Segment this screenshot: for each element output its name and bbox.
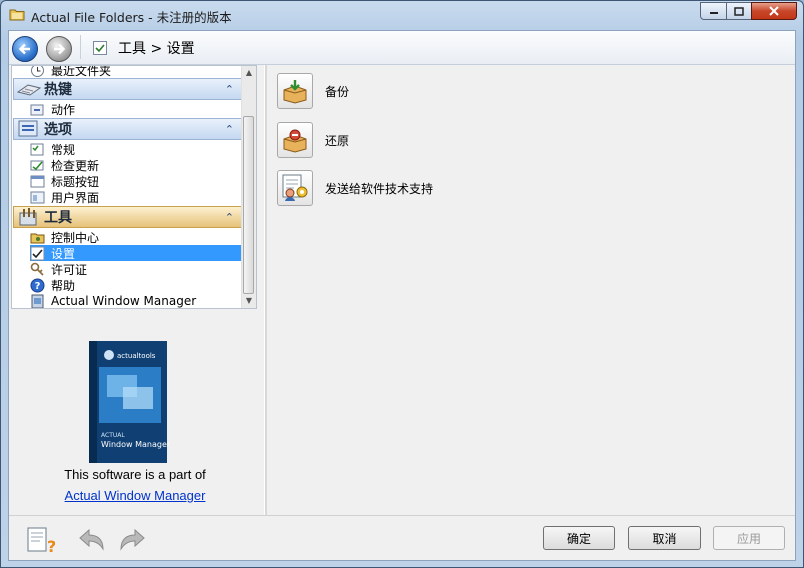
chevron-up-icon: ⌃ <box>224 83 234 96</box>
group-label: 工具 <box>44 210 72 226</box>
box-title-line2: Window Manager <box>101 440 171 449</box>
sidebar-item-title-buttons[interactable]: 标题按钮 <box>30 173 99 189</box>
settings-check-icon <box>93 41 107 55</box>
chevron-up-icon: ⌃ <box>224 123 234 136</box>
toolbar-separator <box>80 35 81 59</box>
sidebar-item-label: 设置 <box>51 246 76 261</box>
restore-icon <box>283 129 307 153</box>
title-buttons-icon <box>30 175 45 187</box>
arrow-right-icon <box>54 43 66 55</box>
sidebar-item-user-interface[interactable]: 用户界面 <box>30 189 99 205</box>
svg-text:?: ? <box>35 281 41 292</box>
sidebar-item-label: 动作 <box>51 102 76 117</box>
control-center-icon <box>30 233 45 243</box>
sidebar-item-label: 最近文件夹 <box>51 65 112 78</box>
app-window: Actual File Folders - 未注册的版本 工具 > 设置 最近文… <box>0 0 804 568</box>
group-header-hotkeys[interactable]: 热键 ⌃ <box>13 78 243 100</box>
scrollbar-thumb[interactable] <box>243 116 254 294</box>
promo-text: This software is a part of <box>64 467 206 482</box>
ok-button[interactable]: 确定 <box>543 526 615 550</box>
sidebar-item-label: 帮助 <box>51 278 76 293</box>
arrow-left-icon <box>18 43 30 55</box>
back-button[interactable] <box>12 36 38 62</box>
sidebar-item-control-center[interactable]: 控制中心 <box>30 229 99 245</box>
sidebar-item-actual-window-manager[interactable]: Actual Window Manager <box>30 293 197 308</box>
sidebar-tree: 最近文件夹 热键 ⌃ 动作 选项 ⌃ 常规 检查更新 标题按钮 用户界面 工具 … <box>11 65 257 309</box>
close-button[interactable] <box>751 2 797 20</box>
tools-icon <box>19 208 37 226</box>
maximize-icon <box>734 6 744 16</box>
sidebar-item-label: Actual Window Manager <box>51 294 197 308</box>
folder-app-icon <box>9 9 25 21</box>
minimize-button[interactable] <box>700 2 727 20</box>
minimize-icon <box>709 12 718 14</box>
client-area: 工具 > 设置 最近文件夹 热键 ⌃ 动作 选项 ⌃ 常规 检查更新 标题按钮 … <box>8 30 796 561</box>
action-label: 还原 <box>325 133 350 148</box>
keyboard-icon <box>16 84 42 96</box>
sidebar-item-label: 许可证 <box>51 262 88 277</box>
sidebar-item-license[interactable]: 许可证 <box>30 261 87 277</box>
sidebar-scrollbar[interactable]: ▲ ▼ <box>241 66 256 308</box>
general-settings-icon <box>30 143 44 155</box>
support-button[interactable] <box>277 170 313 206</box>
product-box-image: actualtools ACTUAL Window Manager <box>89 341 171 463</box>
sidebar-item-label: 控制中心 <box>51 230 100 245</box>
action-label: 备份 <box>325 84 350 99</box>
sidebar-item-general[interactable]: 常规 <box>30 141 75 157</box>
close-icon <box>769 6 779 16</box>
maximize-button[interactable] <box>726 2 752 20</box>
action-label: 发送给软件技术支持 <box>325 181 434 196</box>
backup-button[interactable] <box>277 73 313 109</box>
svg-text:?: ? <box>47 537 55 555</box>
sidebar-item-label: 常规 <box>51 142 76 157</box>
promo-link[interactable]: Actual Window Manager <box>9 488 261 503</box>
promo-panel: actualtools ACTUAL Window Manager This s… <box>9 311 261 511</box>
actions-icon <box>30 104 44 115</box>
group-label: 选项 <box>44 122 72 138</box>
action-restore[interactable]: 还原 <box>277 122 349 158</box>
title-bar[interactable]: Actual File Folders - 未注册的版本 <box>1 1 803 29</box>
group-header-options[interactable]: 选项 ⌃ <box>13 118 243 140</box>
key-icon <box>30 262 44 276</box>
settings-actions-panel: 备份 还原 发送给软件技术支持 <box>267 65 793 515</box>
user-interface-icon <box>30 191 45 203</box>
sidebar-item-help[interactable]: ? 帮助 <box>30 277 75 293</box>
box-title-line1: ACTUAL <box>101 432 125 439</box>
undo-icon[interactable] <box>77 525 107 555</box>
window-title: Actual File Folders - 未注册的版本 <box>31 10 232 25</box>
restore-button[interactable] <box>277 122 313 158</box>
options-icon <box>18 120 38 137</box>
box-brand: actualtools <box>117 352 156 360</box>
window-manager-icon <box>31 294 44 308</box>
footer-bar: ? 确定 取消 应用 <box>9 515 795 561</box>
forward-button[interactable] <box>46 36 72 62</box>
scroll-down-icon[interactable]: ▼ <box>242 294 256 308</box>
settings-check-icon <box>30 246 45 260</box>
redo-icon[interactable] <box>117 525 147 555</box>
group-label: 热键 <box>44 82 72 98</box>
support-icon <box>282 174 308 201</box>
backup-icon <box>283 80 307 104</box>
cancel-button[interactable]: 取消 <box>628 526 701 550</box>
chevron-up-icon: ⌃ <box>224 211 234 224</box>
action-backup[interactable]: 备份 <box>277 73 349 109</box>
action-send-support[interactable]: 发送给软件技术支持 <box>277 170 433 206</box>
group-header-tools[interactable]: 工具 ⌃ <box>13 206 243 228</box>
breadcrumb: 工具 > 设置 <box>118 41 195 57</box>
update-icon <box>30 160 44 170</box>
sidebar-item-actions[interactable]: 动作 <box>30 101 75 117</box>
sidebar-item-check-updates[interactable]: 检查更新 <box>30 157 99 173</box>
sidebar-item-label: 检查更新 <box>51 158 100 173</box>
clock-icon <box>31 66 44 77</box>
sidebar-item-settings[interactable]: 设置 <box>30 245 243 261</box>
sidebar-item-label: 标题按钮 <box>51 174 100 189</box>
help-icon: ? <box>30 278 45 292</box>
sidebar-item-label: 用户界面 <box>51 190 100 205</box>
sidebar-item-recent-folders[interactable]: 最近文件夹 <box>30 65 112 78</box>
scroll-up-icon[interactable]: ▲ <box>242 66 256 80</box>
apply-button[interactable]: 应用 <box>713 526 785 550</box>
help-document-icon[interactable]: ? <box>25 525 55 555</box>
navigation-toolbar: 工具 > 设置 <box>9 31 795 65</box>
